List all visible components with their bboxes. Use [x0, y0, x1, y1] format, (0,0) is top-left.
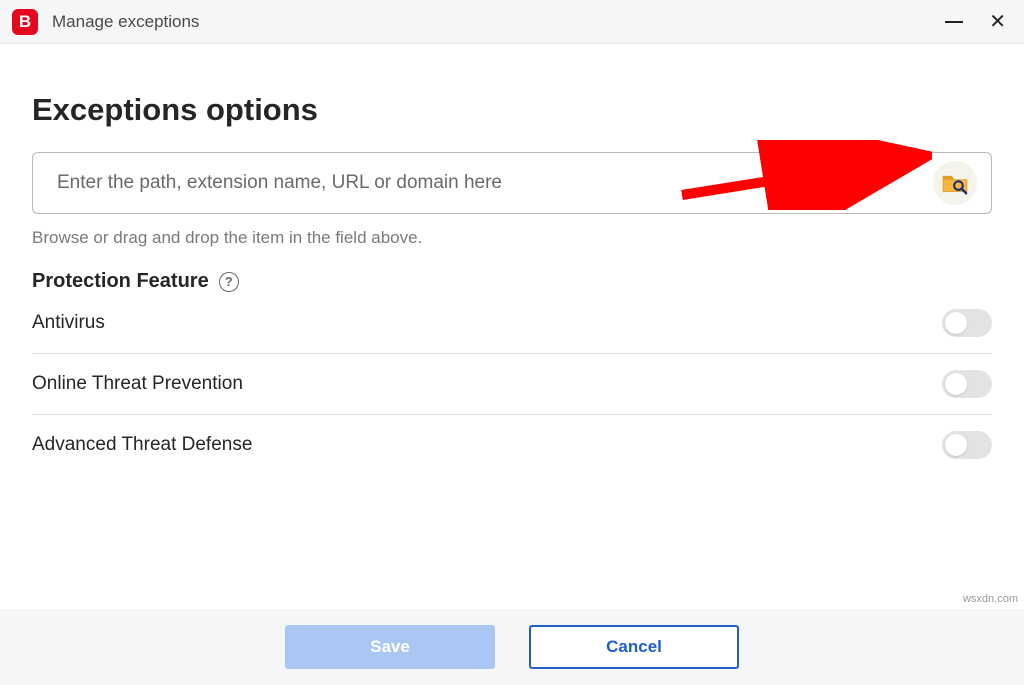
titlebar: B Manage exceptions ✕ — [0, 0, 1024, 44]
save-button[interactable]: Save — [285, 625, 495, 669]
protection-feature-heading: Protection Feature ? — [32, 270, 992, 293]
browse-button[interactable] — [933, 161, 977, 205]
feature-row-advanced-threat-defense: Advanced Threat Defense — [32, 415, 992, 475]
window-title: Manage exceptions — [52, 12, 945, 32]
feature-label: Online Threat Prevention — [32, 373, 243, 395]
attribution-text: wsxdn.com — [963, 593, 1018, 605]
feature-label: Advanced Threat Defense — [32, 434, 252, 456]
minimize-icon[interactable] — [945, 21, 963, 23]
feature-row-antivirus: Antivirus — [32, 293, 992, 354]
content-area: Exceptions options Browse or drag and dr… — [0, 44, 1024, 475]
folder-search-icon — [941, 171, 969, 195]
footer-bar: Save Cancel — [0, 609, 1024, 685]
hint-text: Browse or drag and drop the item in the … — [32, 228, 992, 248]
app-logo: B — [12, 9, 38, 35]
window-controls: ✕ — [945, 12, 1012, 32]
feature-row-online-threat-prevention: Online Threat Prevention — [32, 354, 992, 415]
toggle-advanced-threat-defense[interactable] — [942, 431, 992, 459]
help-icon[interactable]: ? — [219, 272, 239, 292]
close-icon[interactable]: ✕ — [989, 12, 1006, 32]
toggle-online-threat-prevention[interactable] — [942, 370, 992, 398]
path-input[interactable] — [57, 172, 923, 194]
cancel-button[interactable]: Cancel — [529, 625, 739, 669]
protection-feature-label: Protection Feature — [32, 270, 209, 293]
page-title: Exceptions options — [32, 92, 992, 128]
toggle-antivirus[interactable] — [942, 309, 992, 337]
path-input-row — [32, 152, 992, 214]
feature-label: Antivirus — [32, 312, 105, 334]
